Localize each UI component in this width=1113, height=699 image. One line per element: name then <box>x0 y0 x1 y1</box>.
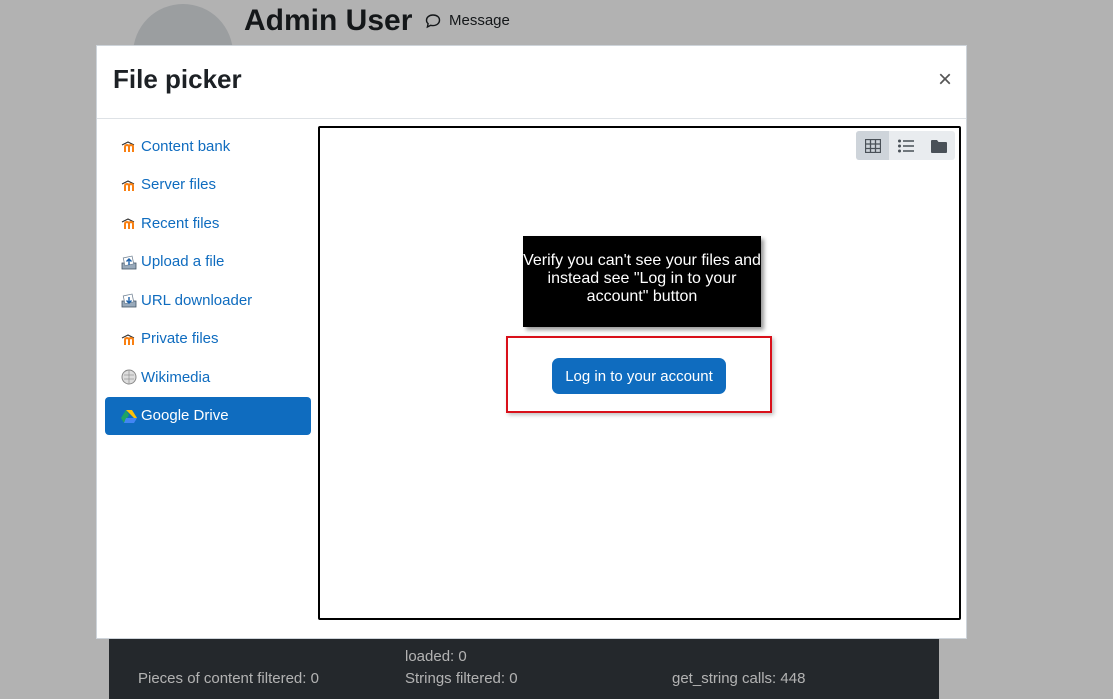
file-content-area: Verify you can't see your files and inst… <box>318 126 961 620</box>
moodle-icon <box>121 177 137 193</box>
tree-view-button[interactable] <box>922 131 955 160</box>
repo-item-label: Recent files <box>141 214 220 232</box>
google-drive-icon <box>121 408 137 424</box>
repo-item-label: URL downloader <box>141 291 253 309</box>
list-view-button[interactable] <box>889 131 922 160</box>
repo-item-label: Upload a file <box>141 253 225 271</box>
repo-item-url-downloader[interactable]: URL downloader <box>105 281 311 320</box>
repo-item-label: Content bank <box>141 137 231 155</box>
repo-item-private-files[interactable]: Private files <box>105 320 311 359</box>
list-icon <box>897 139 914 152</box>
repo-item-recent-files[interactable]: Recent files <box>105 204 311 243</box>
repo-item-upload-a-file[interactable]: Upload a file <box>105 243 311 282</box>
repo-item-label: Google Drive <box>141 407 229 425</box>
folder-icon <box>930 139 947 153</box>
moodle-icon <box>121 138 137 154</box>
grid-view-button[interactable] <box>856 131 889 160</box>
repo-item-label: Wikimedia <box>141 368 211 386</box>
upload-icon <box>121 254 137 270</box>
grid-icon <box>864 138 881 153</box>
moodle-icon <box>121 215 137 231</box>
file-picker-dialog: File picker × Content bank Server files … <box>96 45 967 639</box>
repo-item-server-files[interactable]: Server files <box>105 166 311 205</box>
repo-item-wikimedia[interactable]: Wikimedia <box>105 358 311 397</box>
repo-item-content-bank[interactable]: Content bank <box>105 127 311 166</box>
modal-header: File picker × <box>97 46 966 119</box>
wikimedia-icon <box>121 369 137 385</box>
test-instruction-note: Verify you can't see your files and inst… <box>523 236 761 327</box>
repository-list: Content bank Server files Recent files U… <box>105 127 311 435</box>
login-button[interactable]: Log in to your account <box>552 358 726 394</box>
view-mode-toolbar <box>856 131 955 160</box>
download-icon <box>121 292 137 308</box>
repo-item-label: Server files <box>141 176 217 194</box>
moodle-icon <box>121 331 137 347</box>
close-button[interactable]: × <box>938 68 952 92</box>
modal-title: File picker <box>113 64 242 94</box>
repo-item-google-drive[interactable]: Google Drive <box>105 396 311 435</box>
repo-item-label: Private files <box>141 330 219 348</box>
